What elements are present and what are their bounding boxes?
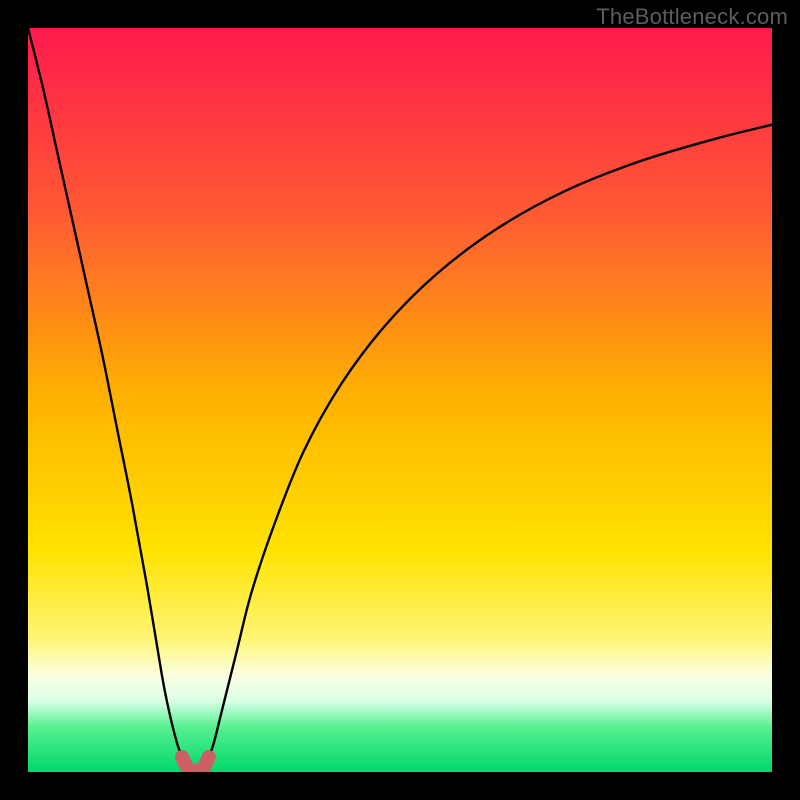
gradient-background bbox=[28, 28, 772, 772]
watermark-text: TheBottleneck.com bbox=[596, 4, 788, 30]
plot-area bbox=[28, 28, 772, 772]
chart-svg bbox=[28, 28, 772, 772]
chart-frame: TheBottleneck.com bbox=[0, 0, 800, 800]
